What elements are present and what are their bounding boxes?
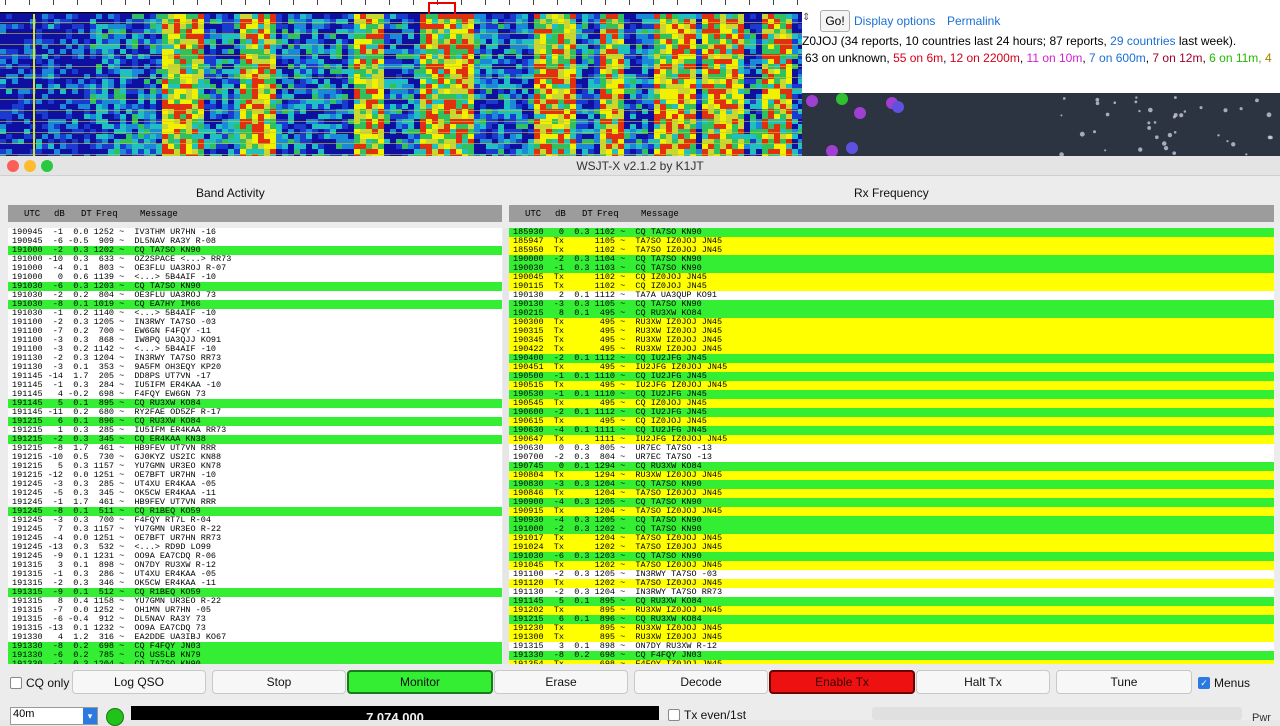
- ruler-tick: [53, 0, 54, 5]
- title-bar: WSJT-X v2.1.2 by K1JT: [0, 156, 1280, 176]
- ruler-tick: [581, 0, 582, 5]
- ruler-tick: [293, 0, 294, 5]
- band-summary-segment: 11 on 10m: [1026, 51, 1083, 65]
- decode-button[interactable]: Decode: [634, 670, 768, 694]
- tx-frequency-marker[interactable]: [428, 2, 456, 14]
- wsjtx-window: WSJT-X v2.1.2 by K1JT Band Activity Rx F…: [0, 156, 1280, 726]
- band-activity-header: UTC dB DT Freq Message: [8, 205, 502, 222]
- rx-frequency-title: Rx Frequency: [854, 186, 929, 200]
- ruler-tick: [653, 0, 654, 5]
- log-qso-button[interactable]: Log QSO: [72, 670, 206, 694]
- ruler-tick: [677, 0, 678, 5]
- band-summary-segment: 55 on 6m: [893, 51, 944, 65]
- erase-button[interactable]: Erase: [494, 670, 628, 694]
- sort-arrows-icon[interactable]: ⇕: [802, 12, 810, 23]
- ruler-tick: [365, 0, 366, 5]
- rx-frequency-list[interactable]: 185930 0 0.3 1102 ~ CQ TA7SO KN90 185947 …: [509, 228, 1274, 664]
- report-summary: Z0JOJ (34 reports, 10 countries last 24 …: [802, 34, 1237, 48]
- report-map[interactable]: [802, 93, 1280, 156]
- band-summary-segment: , 4: [1258, 51, 1272, 65]
- ruler-tick: [389, 0, 390, 5]
- ruler-tick: [317, 0, 318, 5]
- band-activity-list[interactable]: 190945 -1 0.0 1252 ~ IV3THM UR7HN -16 190…: [8, 228, 502, 664]
- ruler-tick: [533, 0, 534, 5]
- chevron-down-icon[interactable]: ▾: [83, 708, 97, 724]
- band-summary-segment: ,: [943, 51, 950, 65]
- ruler-tick: [149, 0, 150, 5]
- band-summary-segment: 12 on 2200m: [949, 51, 1020, 65]
- ruler-tick: [605, 0, 606, 5]
- band-select[interactable]: 40m ▾: [10, 707, 98, 725]
- ruler-tick: [221, 0, 222, 5]
- decode-row[interactable]: 191354 Tx 698 ~ F4FQY IZ0JOJ JN45: [509, 660, 1274, 664]
- pskreporter-browser: ⇕ Go! Display options Permalink Z0JOJ (3…: [802, 0, 1280, 156]
- cq-only-checkbox[interactable]: [10, 677, 22, 689]
- tune-button[interactable]: Tune: [1056, 670, 1192, 694]
- enable-tx-button[interactable]: Enable Tx: [769, 670, 915, 694]
- band-summary-segment: 7 on 600m: [1089, 51, 1146, 65]
- halt-tx-button[interactable]: Halt Tx: [916, 670, 1050, 694]
- ruler-tick: [461, 0, 462, 5]
- monitor-button[interactable]: Monitor: [347, 670, 493, 694]
- power-slider-area[interactable]: [872, 707, 1242, 720]
- countries-link[interactable]: 29 countries: [1110, 34, 1175, 48]
- stop-button[interactable]: Stop: [212, 670, 346, 694]
- band-summary-segment: ,: [1019, 51, 1027, 65]
- band-activity-title: Band Activity: [196, 186, 265, 200]
- waterfall-display[interactable]: [0, 0, 802, 156]
- band-summary: 63 on unknown, 55 on 6m, 12 on 2200m, 11…: [805, 51, 1272, 65]
- menus-label: Menus: [1214, 676, 1251, 690]
- go-button[interactable]: Go!: [820, 10, 850, 32]
- window-title: WSJT-X v2.1.2 by K1JT: [576, 159, 704, 173]
- dial-frequency-display: 7.074 000: [131, 706, 659, 720]
- band-summary-segment: 7 on 12m: [1152, 51, 1203, 65]
- ruler-tick: [29, 0, 30, 5]
- ruler-tick: [245, 0, 246, 5]
- display-options-link[interactable]: Display options: [854, 14, 935, 28]
- rx-frequency-header: UTC dB DT Freq Message: [509, 205, 1274, 222]
- ruler-tick: [773, 0, 774, 5]
- ruler-tick: [701, 0, 702, 5]
- ruler-tick: [749, 0, 750, 5]
- ruler-tick: [557, 0, 558, 5]
- band-summary-segment: 63 on unknown,: [805, 51, 894, 65]
- ruler-tick: [77, 0, 78, 5]
- waterfall-spectrum: [0, 14, 802, 156]
- ruler-tick: [509, 0, 510, 5]
- map-pin-icon[interactable]: [854, 107, 866, 119]
- map-pin-icon[interactable]: [846, 142, 858, 154]
- map-pin-icon[interactable]: [892, 101, 904, 113]
- ruler-tick: [413, 0, 414, 5]
- tx-even-checkbox[interactable]: [668, 709, 680, 721]
- menus-checkbox[interactable]: ✓: [1198, 677, 1210, 689]
- band-value: 40m: [13, 708, 35, 720]
- map-pin-icon[interactable]: [806, 95, 818, 107]
- ruler-tick: [197, 0, 198, 5]
- power-label: Pwr: [1252, 712, 1271, 724]
- ruler-tick: [5, 0, 6, 5]
- decode-row[interactable]: 191330 -2 0.3 1204 ~ CQ TA7SO KN90: [8, 660, 502, 664]
- band-summary-segment: 6 on 11m: [1209, 51, 1259, 65]
- ruler-tick: [629, 0, 630, 5]
- ruler-tick: [485, 0, 486, 5]
- status-led-icon: [106, 708, 124, 726]
- frequency-ruler: [0, 0, 802, 13]
- ruler-tick: [725, 0, 726, 5]
- ruler-tick: [173, 0, 174, 5]
- cq-only-label: CQ only: [26, 676, 70, 690]
- ruler-tick: [101, 0, 102, 5]
- ruler-tick: [341, 0, 342, 5]
- permalink-link[interactable]: Permalink: [947, 14, 1000, 28]
- ruler-tick: [797, 0, 798, 5]
- map-pin-icon[interactable]: [836, 93, 848, 105]
- ruler-tick: [125, 0, 126, 5]
- ruler-tick: [269, 0, 270, 5]
